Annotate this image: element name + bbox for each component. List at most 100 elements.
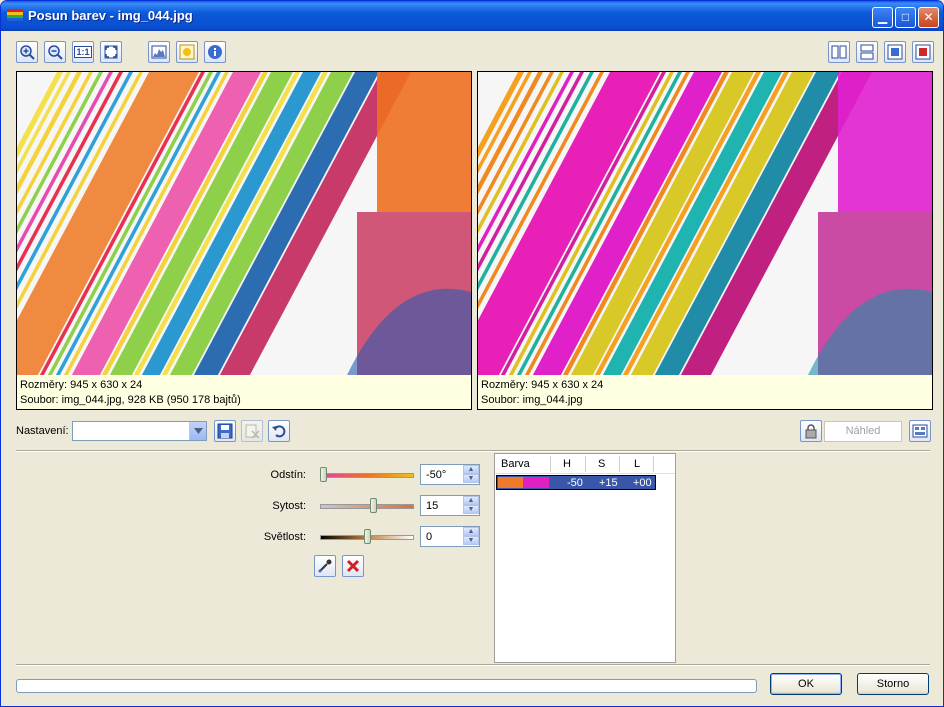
row-s-value: +15	[599, 477, 618, 489]
split-vertical-icon	[831, 45, 847, 59]
original-only-icon	[887, 44, 903, 60]
reset-button[interactable]	[268, 420, 290, 442]
zoom-out-button[interactable]	[44, 41, 66, 63]
result-only-icon	[915, 44, 931, 60]
highlight-button[interactable]	[176, 41, 198, 63]
preview-button[interactable]: Náhled	[824, 421, 902, 442]
split-horizontal-icon	[860, 44, 874, 60]
lightness-label: Světlost:	[263, 531, 306, 543]
result-file: Soubor: img_044.jpg	[481, 394, 583, 406]
divider-bottom	[16, 664, 930, 666]
settings-label: Nastavení:	[16, 425, 69, 437]
progress-bar	[16, 679, 757, 693]
row-h-value: -50	[567, 477, 583, 489]
original-image	[17, 72, 471, 375]
info-icon	[208, 45, 222, 59]
row-l-value: +00	[633, 477, 652, 489]
undo-icon	[272, 425, 286, 438]
delete-red-x-icon	[346, 559, 360, 573]
result-only-button[interactable]	[912, 41, 934, 63]
cancel-button[interactable]: Storno	[857, 673, 929, 695]
info-button[interactable]	[204, 41, 226, 63]
eyedropper-icon	[318, 559, 332, 573]
hue-row: Odstín: -50° ▲ ▼	[244, 464, 484, 488]
lightness-up-icon[interactable]: ▲	[463, 527, 479, 536]
from-color-swatch	[498, 477, 523, 488]
divider-top	[16, 450, 930, 452]
saturation-spinbox[interactable]: 15 ▲ ▼	[420, 495, 480, 516]
settings-dropdown-button[interactable]	[189, 422, 206, 440]
app-icon	[7, 9, 23, 22]
dialog-body: 1:1 Rozměry: 945 x 630 x 24 Soubor: img_…	[4, 31, 942, 705]
lock-button[interactable]	[800, 420, 822, 442]
fit-to-window-icon	[104, 45, 118, 59]
original-only-button[interactable]	[884, 41, 906, 63]
hue-slider-track[interactable]	[320, 473, 414, 478]
actual-size-button[interactable]: 1:1	[72, 41, 94, 63]
title-bar[interactable]: Posun barev - img_044.jpg ▁ □ ✕	[1, 1, 943, 31]
histogram-button[interactable]	[148, 41, 170, 63]
hue-down-icon[interactable]: ▼	[463, 474, 479, 483]
lightness-down-icon[interactable]: ▼	[463, 536, 479, 545]
chevron-down-icon	[193, 428, 203, 434]
table-row[interactable]: -50 +15 +00	[496, 475, 656, 490]
maximize-icon: □	[901, 10, 910, 24]
remove-color-button[interactable]	[342, 555, 364, 577]
col-l-header[interactable]: L	[634, 458, 640, 470]
saturation-value: 15	[426, 500, 439, 512]
compare-view-button[interactable]	[909, 420, 931, 442]
save-settings-button[interactable]	[214, 420, 236, 442]
delete-settings-button[interactable]	[241, 420, 263, 442]
original-file: Soubor: img_044.jpg, 928 KB (950 178 baj…	[20, 394, 241, 406]
eyedropper-button[interactable]	[314, 555, 336, 577]
color-shift-table[interactable]: Barva H S L -50 +15 +00	[494, 453, 676, 663]
saturation-label: Sytost:	[272, 500, 306, 512]
result-info: Rozměry: 945 x 630 x 24 Soubor: img_044.…	[478, 375, 932, 409]
zoom-in-icon	[20, 45, 35, 60]
hue-value: -50°	[426, 469, 447, 481]
maximize-button[interactable]: □	[895, 7, 916, 28]
original-info: Rozměry: 945 x 630 x 24 Soubor: img_044.…	[17, 375, 471, 409]
original-image-panel[interactable]: Rozměry: 945 x 630 x 24 Soubor: img_044.…	[16, 71, 472, 410]
result-image-panel[interactable]: Rozměry: 945 x 630 x 24 Soubor: img_044.…	[477, 71, 933, 410]
saturation-row: Sytost: 15 ▲ ▼	[244, 495, 484, 519]
settings-combo[interactable]	[72, 421, 207, 441]
table-header: Barva H S L	[495, 454, 675, 474]
col-h-header[interactable]: H	[563, 458, 571, 470]
hue-slider-thumb[interactable]	[320, 467, 327, 482]
histogram-icon	[151, 45, 167, 59]
lightness-slider-thumb[interactable]	[363, 529, 371, 544]
hue-spinbox[interactable]: -50° ▲ ▼	[420, 464, 480, 485]
lightness-value: 0	[426, 531, 433, 543]
split-vertical-button[interactable]	[828, 41, 850, 63]
col-color-header[interactable]: Barva	[501, 458, 530, 470]
zoom-in-button[interactable]	[16, 41, 38, 63]
zoom-out-icon	[48, 45, 63, 60]
minimize-button[interactable]: ▁	[872, 7, 893, 28]
saturation-down-icon[interactable]: ▼	[463, 505, 479, 514]
ok-button[interactable]: OK	[770, 673, 842, 695]
compare-icon	[912, 424, 928, 438]
result-dimensions: Rozměry: 945 x 630 x 24	[481, 379, 604, 391]
close-button[interactable]: ✕	[918, 7, 939, 28]
col-s-header[interactable]: S	[598, 458, 605, 470]
window-title: Posun barev - img_044.jpg	[28, 8, 193, 23]
lightness-spinbox[interactable]: 0 ▲ ▼	[420, 526, 480, 547]
original-dimensions: Rozměry: 945 x 630 x 24	[20, 379, 143, 391]
result-image	[478, 72, 932, 375]
hue-up-icon[interactable]: ▲	[463, 465, 479, 474]
hue-label: Odstín:	[270, 469, 306, 481]
lock-icon	[805, 424, 817, 439]
saturation-slider-track[interactable]	[320, 504, 414, 509]
fit-to-window-button[interactable]	[100, 41, 122, 63]
delete-icon	[245, 424, 260, 439]
to-color-swatch	[523, 477, 549, 488]
highlight-icon	[179, 44, 195, 60]
saturation-slider-thumb[interactable]	[369, 498, 377, 513]
saturation-up-icon[interactable]: ▲	[463, 496, 479, 505]
save-icon	[217, 423, 233, 439]
close-icon: ✕	[923, 10, 934, 24]
actual-size-icon: 1:1	[74, 46, 92, 58]
minimize-icon: ▁	[877, 10, 888, 24]
split-horizontal-button[interactable]	[856, 41, 878, 63]
